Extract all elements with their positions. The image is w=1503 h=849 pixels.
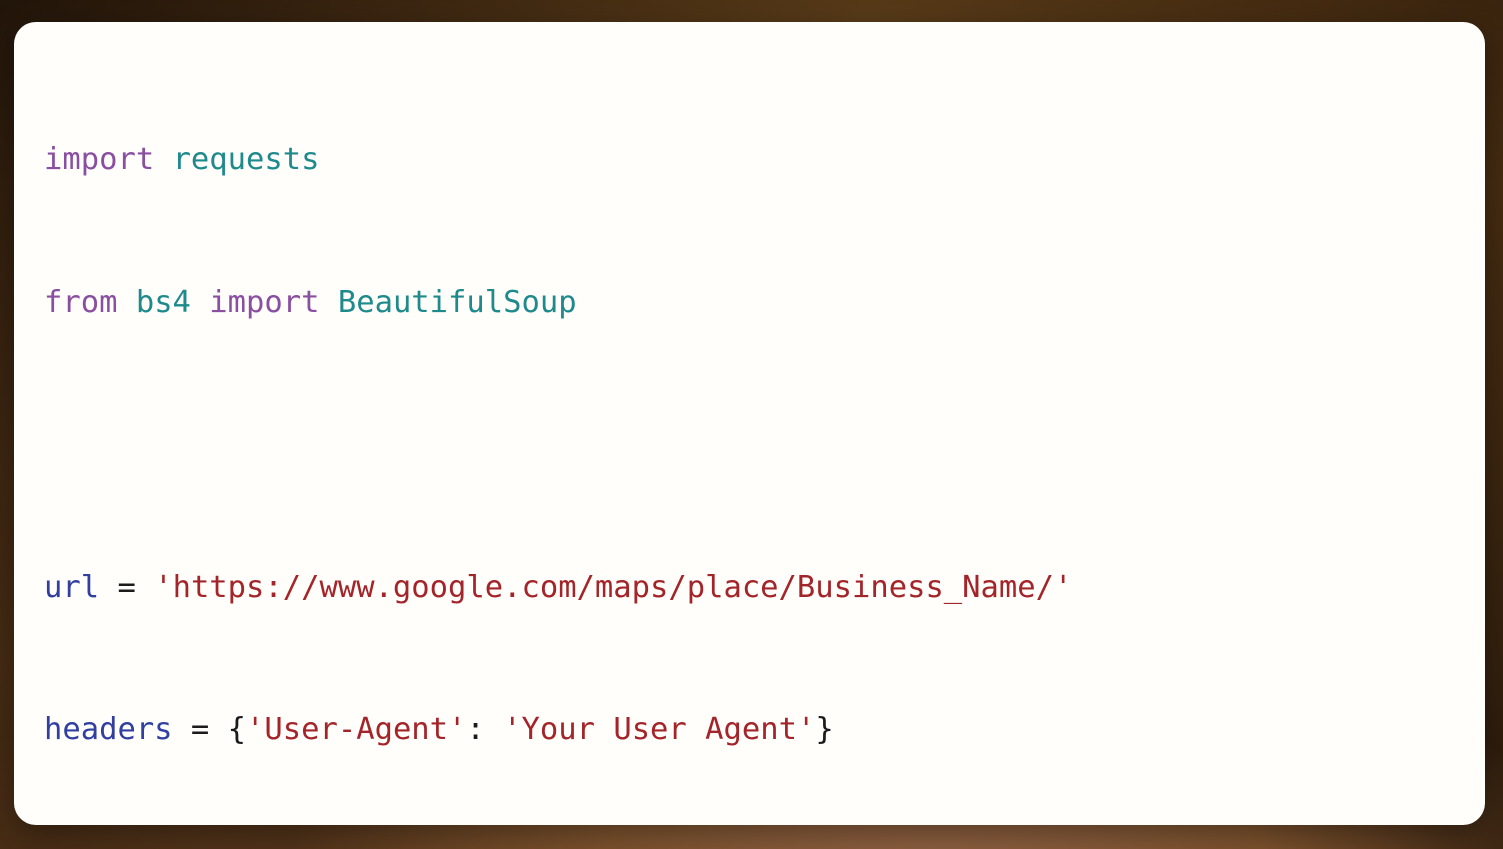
code-token-op: = (190, 712, 210, 747)
code-token-op (191, 285, 209, 320)
code-token-op (319, 285, 337, 320)
code-token-op (209, 712, 227, 747)
code-token-str: 'https://www.google.com/maps/place/Busin… (154, 569, 1073, 605)
code-token-mod: bs4 (135, 284, 191, 320)
code-token-op: = (117, 569, 136, 605)
code-line: from bs4 import BeautifulSoup (44, 279, 1485, 327)
code-block: import requests from bs4 import Beautifu… (44, 41, 1485, 825)
code-token-kw: import (209, 284, 320, 320)
code-token-mod: requests (172, 142, 320, 177)
code-token-op (117, 285, 135, 320)
code-token-op: } (815, 712, 834, 747)
code-token-var: headers (44, 712, 173, 747)
code-token-str: 'Your User Agent' (503, 712, 816, 747)
code-token-op (136, 570, 154, 605)
code-token-op (154, 142, 172, 177)
code-line: url = 'https://www.google.com/maps/place… (44, 564, 1485, 612)
code-token-op (99, 570, 117, 605)
code-line: headers = {'User-Agent': 'Your User Agen… (44, 706, 1485, 754)
code-token-op: : (466, 712, 485, 747)
code-token-kw: import (44, 142, 155, 177)
code-token-str: 'User-Agent' (246, 712, 467, 747)
code-token-kw: from (44, 284, 118, 320)
code-token-op: { (227, 712, 247, 747)
code-card: import requests from bs4 import Beautifu… (14, 22, 1485, 825)
code-token-var: url (44, 569, 100, 605)
code-line: import requests (44, 136, 1485, 184)
code-token-op (485, 712, 503, 747)
code-token-op (173, 712, 191, 747)
code-token-mod: BeautifulSoup (337, 284, 577, 320)
